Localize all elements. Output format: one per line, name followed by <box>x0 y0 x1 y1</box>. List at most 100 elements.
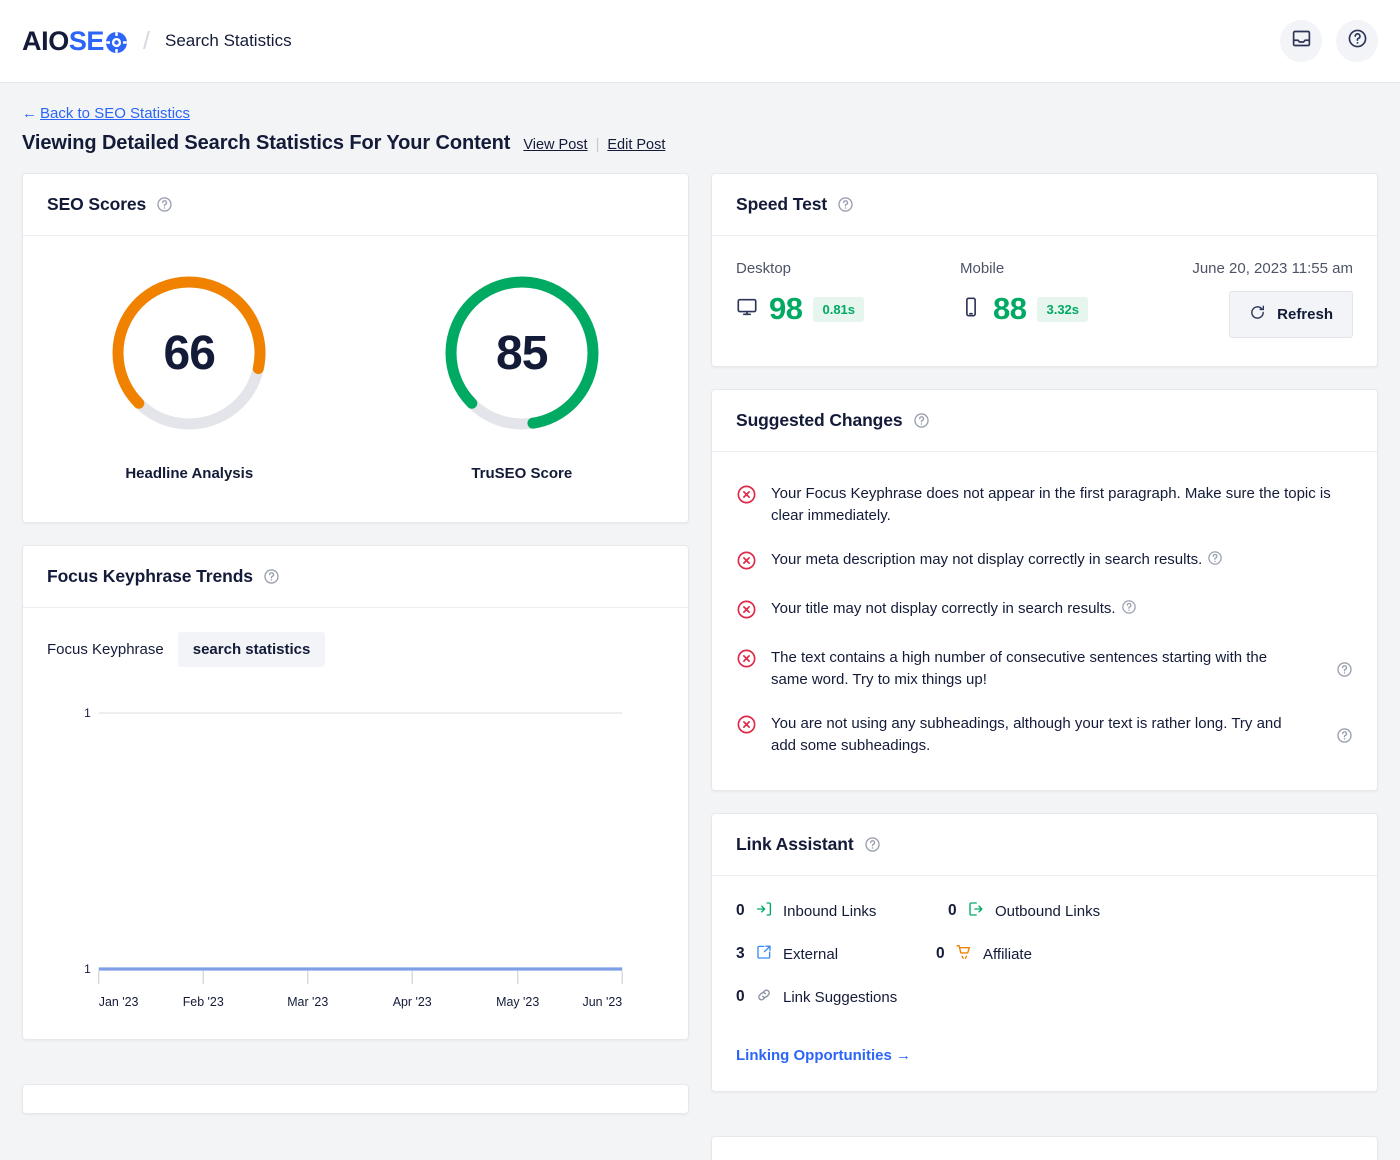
focus-keyphrase-row: Focus Keyphrase search statistics <box>47 632 664 667</box>
question-circle-icon[interactable] <box>913 412 930 429</box>
focus-keyphrase-trends-body: Focus Keyphrase search statistics 1 1 Ja… <box>23 608 688 1039</box>
question-circle-icon[interactable] <box>156 196 173 213</box>
app-logo[interactable]: AIO SE / Search Statistics <box>22 27 292 56</box>
refresh-icon <box>1249 304 1266 325</box>
back-to-seo-statistics-link[interactable]: ← Back to SEO Statistics <box>22 105 190 122</box>
speed-test-card: Speed Test Desktop 98 0.81s Mobile 88 3.… <box>711 173 1378 367</box>
suggestion-item: The text contains a high number of conse… <box>736 636 1353 702</box>
speed-mobile: Mobile 88 3.32s <box>960 260 1184 327</box>
suggestion-text: The text contains a high number of conse… <box>771 649 1268 689</box>
affiliate-links-stat: 0 Affiliate <box>936 943 1148 965</box>
edit-post-link[interactable]: Edit Post <box>607 137 665 153</box>
linking-opportunities-link[interactable]: Linking Opportunities → <box>736 1047 911 1064</box>
suggestion-text: Your title may not display correctly in … <box>771 600 1116 618</box>
inbound-links-count: 0 <box>736 902 745 920</box>
suggested-changes-title: Suggested Changes <box>736 410 903 430</box>
suggested-changes-card: Suggested Changes Your Focus Keyphrase d… <box>711 389 1378 792</box>
x-axis-tick-apr: Apr '23 <box>393 995 432 1009</box>
speed-desktop-label: Desktop <box>736 260 792 277</box>
question-circle-icon[interactable] <box>1336 727 1353 749</box>
speed-test-title: Speed Test <box>736 194 828 214</box>
help-button[interactable] <box>1336 20 1378 62</box>
desktop-score: 98 <box>769 291 803 326</box>
question-circle-icon[interactable] <box>837 196 854 213</box>
desktop-load-time: 0.81s <box>813 296 865 322</box>
left-column: SEO Scores 66 Headline Analysis 85 TruSE… <box>22 173 689 1114</box>
link-suggestions-stat: 0 Link Suggestions <box>736 986 948 1008</box>
suggestion-item: Your title may not display correctly in … <box>736 587 1353 636</box>
post-links-divider: | <box>595 137 600 153</box>
page-body: ← Back to SEO Statistics Viewing Detailed… <box>0 83 1400 1160</box>
truseo-label: TruSEO Score <box>471 465 573 482</box>
inbound-link-icon <box>755 900 773 922</box>
question-circle-icon[interactable] <box>1207 550 1223 573</box>
y-axis-tick-top: 1 <box>84 706 91 720</box>
dashboard-grid: SEO Scores 66 Headline Analysis 85 TruSE… <box>22 173 1378 1160</box>
keyphrase-trend-chart[interactable]: 1 1 Jan '23 Feb '23 Mar '23 Apr '23 May … <box>47 691 664 1021</box>
logo-separator: / <box>143 26 150 55</box>
logo-text-seo: SE <box>68 25 105 56</box>
external-links-stat: 3 External <box>736 943 936 965</box>
focus-keyphrase-badge[interactable]: search statistics <box>177 632 326 667</box>
question-circle-icon[interactable] <box>263 568 280 585</box>
outbound-links-label: Outbound Links <box>995 902 1101 920</box>
headline-analysis-gauge: 66 <box>106 270 272 436</box>
notifications-button[interactable] <box>1280 20 1322 62</box>
inbox-icon <box>1291 28 1312 54</box>
seo-scores-body: 66 Headline Analysis 85 TruSEO Score <box>23 236 688 522</box>
speed-test-body: Desktop 98 0.81s Mobile 88 3.32s June 20… <box>712 236 1377 366</box>
headline-analysis-score: 66 Headline Analysis <box>23 270 356 482</box>
question-circle-icon[interactable] <box>864 836 881 853</box>
suggestion-item: You are not using any subheadings, altho… <box>736 702 1353 768</box>
back-link-label: Back to SEO Statistics <box>40 105 191 122</box>
headline-analysis-label: Headline Analysis <box>125 465 254 482</box>
y-axis-tick-bottom: 1 <box>84 962 91 976</box>
focus-keyphrase-trends-title: Focus Keyphrase Trends <box>47 566 253 586</box>
speed-test-meta: June 20, 2023 11:55 am Refresh <box>1192 260 1353 338</box>
x-axis-tick-may: May '23 <box>496 995 539 1009</box>
link-suggestions-label: Link Suggestions <box>783 988 898 1006</box>
gear-o-icon <box>105 31 128 54</box>
external-links-label: External <box>783 945 839 963</box>
focus-keyphrase-trends-card: Focus Keyphrase Trends Focus Keyphrase s… <box>22 545 689 1040</box>
external-link-icon <box>755 943 773 965</box>
question-circle-icon <box>1347 28 1368 54</box>
question-circle-icon[interactable] <box>1121 599 1137 622</box>
speed-mobile-label: Mobile <box>960 260 1005 277</box>
link-assistant-title: Link Assistant <box>736 834 854 855</box>
focus-keyphrase-trends-header: Focus Keyphrase Trends <box>23 546 688 608</box>
refresh-label: Refresh <box>1277 306 1333 323</box>
question-circle-icon[interactable] <box>1336 661 1353 683</box>
outbound-link-icon <box>967 900 985 922</box>
outbound-links-count: 0 <box>948 902 957 920</box>
app-header: AIO SE / Search Statistics <box>0 0 1400 83</box>
speed-desktop: Desktop 98 0.81s <box>736 260 960 327</box>
next-card-peek <box>22 1084 689 1114</box>
error-circle-x-icon <box>736 550 757 576</box>
x-axis-tick-jun: Jun '23 <box>583 995 623 1009</box>
suggestion-item: Your Focus Keyphrase does not appear in … <box>736 472 1353 538</box>
seo-scores-title: SEO Scores <box>47 194 147 214</box>
truseo-gauge: 85 <box>439 270 605 436</box>
right-column: Speed Test Desktop 98 0.81s Mobile 88 3.… <box>711 173 1378 1160</box>
speed-test-header: Speed Test <box>712 174 1377 236</box>
seo-scores-header: SEO Scores <box>23 174 688 236</box>
x-axis-tick-jan: Jan '23 <box>99 995 139 1009</box>
seo-scores-card: SEO Scores 66 Headline Analysis 85 TruSE… <box>22 173 689 523</box>
link-assistant-body: 0 Inbound Links 0 Outbound Links 3 Exter… <box>712 876 1377 1091</box>
aioseo-logo: AIO SE <box>22 25 128 56</box>
chain-link-icon <box>755 986 773 1008</box>
x-axis-tick-mar: Mar '23 <box>287 995 328 1009</box>
affiliate-links-label: Affiliate <box>983 945 1032 963</box>
view-post-link[interactable]: View Post <box>523 137 587 153</box>
inbound-links-stat: 0 Inbound Links <box>736 900 948 922</box>
truseo-score: 85 TruSEO Score <box>356 270 689 482</box>
link-assistant-card: Link Assistant 0 Inbound Links 0 Outboun… <box>711 813 1378 1093</box>
affiliate-links-count: 0 <box>936 945 945 963</box>
headline-analysis-value: 66 <box>163 326 216 380</box>
inbound-links-label: Inbound Links <box>783 902 877 920</box>
refresh-button[interactable]: Refresh <box>1229 291 1353 338</box>
external-links-count: 3 <box>736 945 745 963</box>
suggestion-text: Your meta description may not display co… <box>771 551 1203 569</box>
page-title-row: Viewing Detailed Search Statistics For Y… <box>22 132 1378 155</box>
